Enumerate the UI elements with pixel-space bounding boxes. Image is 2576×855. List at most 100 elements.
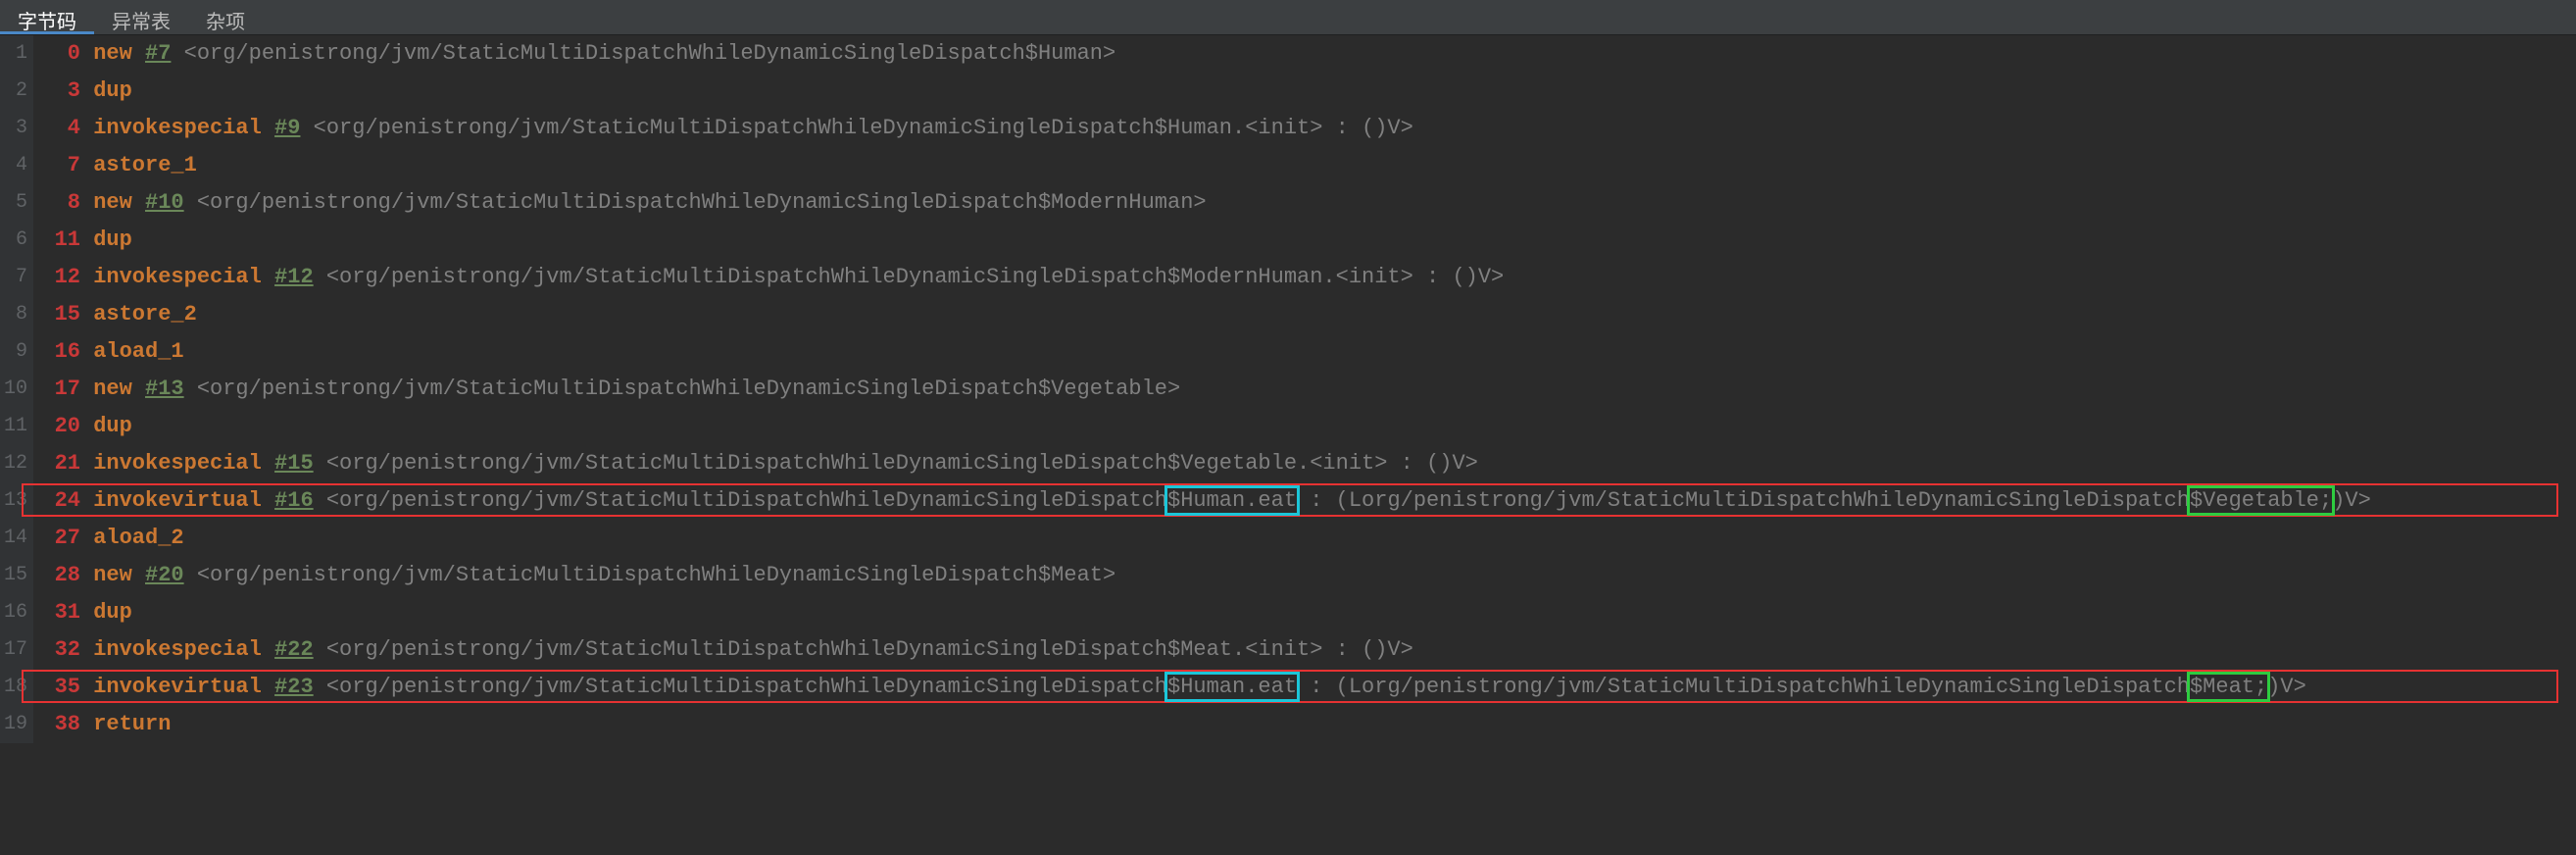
bytecode-offset: 31	[35, 594, 80, 631]
line-number: 2	[0, 73, 27, 110]
line-number: 9	[0, 333, 27, 371]
line-number: 3	[0, 110, 27, 147]
const-pool-ref[interactable]: #15	[274, 451, 314, 476]
bytecode-line: 3 dup	[35, 73, 2576, 110]
const-pool-ref[interactable]: #10	[145, 190, 184, 215]
line-number: 5	[0, 184, 27, 222]
bytecode-comment: <org/penistrong/jvm/StaticMultiDispatchW…	[197, 377, 1180, 401]
tab-bytecode[interactable]: 字节码	[0, 0, 94, 34]
bytecode-offset: 16	[35, 333, 80, 371]
line-number: 18	[0, 669, 27, 706]
line-number: 11	[0, 408, 27, 445]
opcode: dup	[93, 600, 132, 625]
bytecode-comment: <org/penistrong/jvm/StaticMultiDispatchW…	[326, 637, 1413, 662]
bytecode-offset: 0	[35, 35, 80, 73]
line-number: 15	[0, 557, 27, 594]
opcode: dup	[93, 78, 132, 103]
bytecode-comment: <org/penistrong/jvm/StaticMultiDispatchW…	[197, 190, 1207, 215]
const-pool-ref[interactable]: #23	[274, 675, 314, 699]
bytecode-line: 27 aload_2	[35, 520, 2576, 557]
const-pool-ref[interactable]: #7	[145, 41, 171, 66]
const-pool-ref[interactable]: #12	[274, 265, 314, 289]
bytecode-offset: 38	[35, 706, 80, 743]
opcode: astore_2	[93, 302, 197, 327]
line-number: 8	[0, 296, 27, 333]
bytecode-line: 8 new #10 <org/penistrong/jvm/StaticMult…	[35, 184, 2576, 222]
bytecode-line: 31 dup	[35, 594, 2576, 631]
bytecode-offset: 27	[35, 520, 80, 557]
line-number: 6	[0, 222, 27, 259]
bytecode-line: 28 new #20 <org/penistrong/jvm/StaticMul…	[35, 557, 2576, 594]
bytecode-line: 16 aload_1	[35, 333, 2576, 371]
const-pool-ref[interactable]: #20	[145, 563, 184, 587]
line-number: 10	[0, 371, 27, 408]
bytecode-editor: 1 2 3 4 5 6 7 8 9 10 11 12 13 14 15 16 1…	[0, 35, 2576, 743]
bytecode-line: 21 invokespecial #15 <org/penistrong/jvm…	[35, 445, 2576, 482]
opcode: invokespecial	[93, 451, 262, 476]
bytecode-offset: 24	[35, 482, 80, 520]
code-content[interactable]: 0 new #7 <org/penistrong/jvm/StaticMulti…	[33, 35, 2576, 743]
bytecode-line: 24 invokevirtual #16 <org/penistrong/jvm…	[35, 482, 2576, 520]
opcode: aload_1	[93, 339, 183, 364]
bytecode-offset: 17	[35, 371, 80, 408]
tab-misc[interactable]: 杂项	[188, 0, 263, 34]
bytecode-offset: 21	[35, 445, 80, 482]
line-number: 4	[0, 147, 27, 184]
opcode: astore_1	[93, 153, 197, 177]
bytecode-offset: 7	[35, 147, 80, 184]
bytecode-offset: 8	[35, 184, 80, 222]
bytecode-comment: <org/penistrong/jvm/StaticMultiDispatchW…	[326, 451, 1478, 476]
opcode: new	[93, 563, 132, 587]
const-pool-ref[interactable]: #22	[274, 637, 314, 662]
bytecode-comment: <org/penistrong/jvm/StaticMultiDispatchW…	[314, 116, 1413, 140]
const-pool-ref[interactable]: #13	[145, 377, 184, 401]
opcode: new	[93, 190, 132, 215]
opcode: return	[93, 712, 171, 736]
opcode: new	[93, 41, 132, 66]
bytecode-line: 17 new #13 <org/penistrong/jvm/StaticMul…	[35, 371, 2576, 408]
line-number: 17	[0, 631, 27, 669]
opcode: invokespecial	[93, 116, 262, 140]
bytecode-line: 0 new #7 <org/penistrong/jvm/StaticMulti…	[35, 35, 2576, 73]
bytecode-line: 32 invokespecial #22 <org/penistrong/jvm…	[35, 631, 2576, 669]
bytecode-comment: <org/penistrong/jvm/StaticMultiDispatchW…	[326, 675, 2306, 699]
bytecode-offset: 12	[35, 259, 80, 296]
bytecode-line: 15 astore_2	[35, 296, 2576, 333]
line-number: 16	[0, 594, 27, 631]
opcode: invokevirtual	[93, 488, 262, 513]
bytecode-offset: 3	[35, 73, 80, 110]
bytecode-line: 38 return	[35, 706, 2576, 743]
bytecode-offset: 11	[35, 222, 80, 259]
bytecode-line: 7 astore_1	[35, 147, 2576, 184]
bytecode-comment: <org/penistrong/jvm/StaticMultiDispatchW…	[326, 488, 2371, 513]
bytecode-offset: 4	[35, 110, 80, 147]
opcode: new	[93, 377, 132, 401]
bytecode-line: 4 invokespecial #9 <org/penistrong/jvm/S…	[35, 110, 2576, 147]
bytecode-offset: 20	[35, 408, 80, 445]
line-number: 1	[0, 35, 27, 73]
bytecode-line: 11 dup	[35, 222, 2576, 259]
bytecode-comment: <org/penistrong/jvm/StaticMultiDispatchW…	[197, 563, 1115, 587]
bytecode-offset: 28	[35, 557, 80, 594]
const-pool-ref[interactable]: #16	[274, 488, 314, 513]
line-number: 14	[0, 520, 27, 557]
line-number: 7	[0, 259, 27, 296]
bytecode-comment: <org/penistrong/jvm/StaticMultiDispatchW…	[184, 41, 1116, 66]
bytecode-comment: <org/penistrong/jvm/StaticMultiDispatchW…	[326, 265, 1504, 289]
bytecode-line: 35 invokevirtual #23 <org/penistrong/jvm…	[35, 669, 2576, 706]
const-pool-ref[interactable]: #9	[274, 116, 300, 140]
tabs-bar: 字节码 异常表 杂项	[0, 0, 2576, 35]
bytecode-offset: 35	[35, 669, 80, 706]
opcode: dup	[93, 414, 132, 438]
opcode: dup	[93, 227, 132, 252]
line-number: 19	[0, 706, 27, 743]
opcode: aload_2	[93, 526, 183, 550]
opcode: invokespecial	[93, 265, 262, 289]
bytecode-offset: 32	[35, 631, 80, 669]
line-number: 13	[0, 482, 27, 520]
tab-exception-table[interactable]: 异常表	[94, 0, 188, 34]
line-number: 12	[0, 445, 27, 482]
opcode: invokespecial	[93, 637, 262, 662]
bytecode-line: 12 invokespecial #12 <org/penistrong/jvm…	[35, 259, 2576, 296]
opcode: invokevirtual	[93, 675, 262, 699]
